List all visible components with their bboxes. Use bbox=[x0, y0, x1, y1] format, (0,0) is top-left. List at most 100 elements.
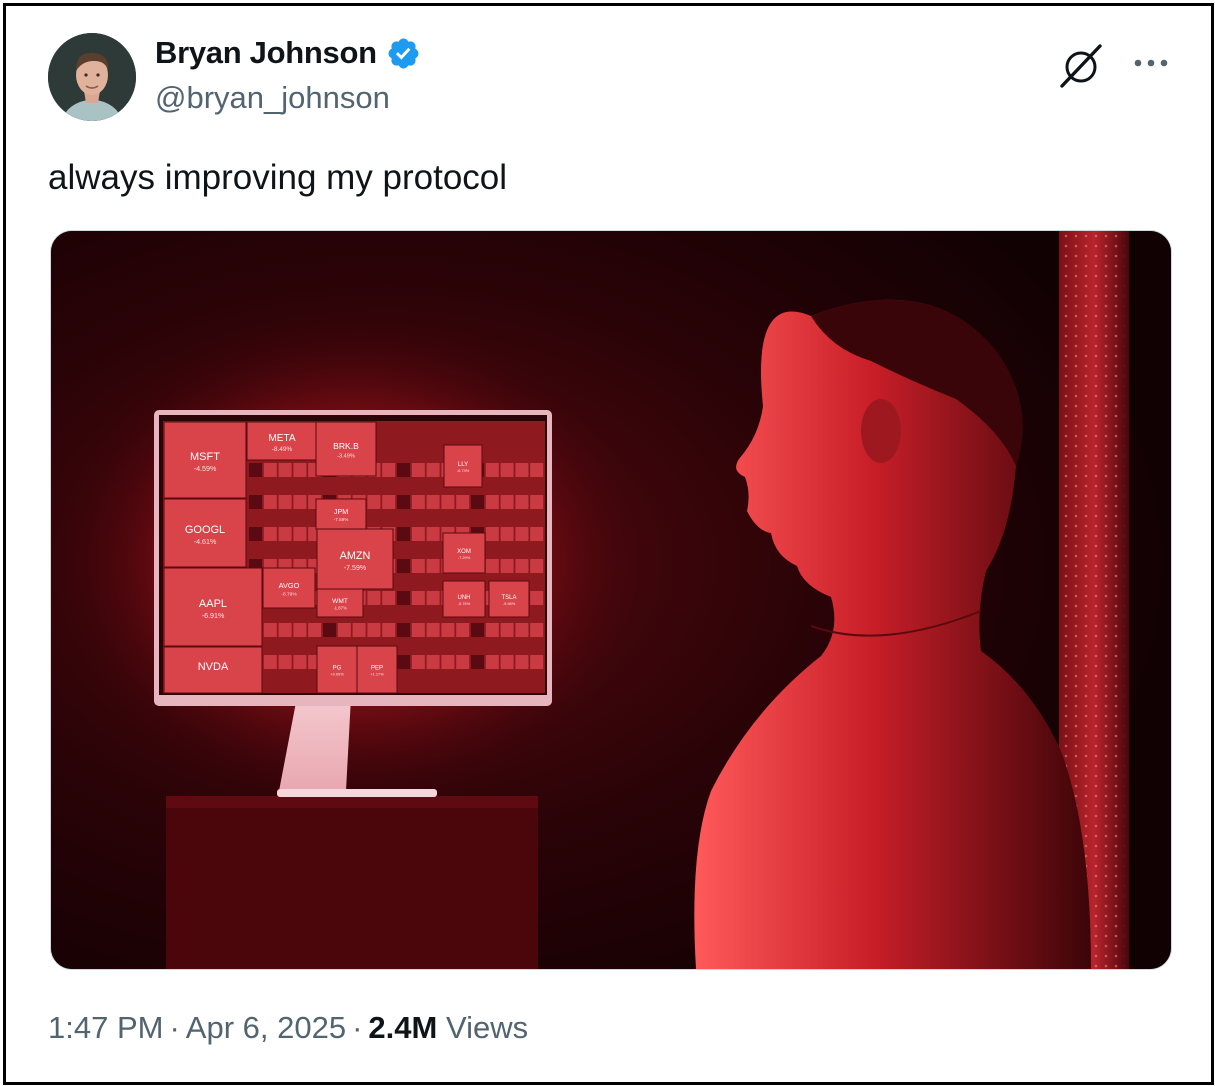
heatmap-cell bbox=[456, 495, 470, 509]
heatmap-change: +0.09% bbox=[330, 672, 344, 677]
heatmap-cell bbox=[471, 623, 484, 637]
heatmap-cell bbox=[530, 495, 544, 509]
views-label[interactable]: Views bbox=[446, 1010, 528, 1045]
heatmap-cell bbox=[485, 623, 499, 637]
more-icon bbox=[1134, 59, 1168, 67]
heatmap-cell bbox=[515, 527, 529, 541]
heatmap-cell bbox=[352, 623, 366, 637]
heatmap-ticker: AMZN bbox=[340, 550, 371, 562]
meta-separator: · bbox=[169, 1010, 180, 1045]
heatmap-cell bbox=[485, 655, 499, 669]
grok-button[interactable] bbox=[1056, 40, 1106, 90]
heatmap-change: -3.49% bbox=[337, 454, 355, 460]
heatmap-cell bbox=[515, 623, 529, 637]
heatmap-change: -7.29% bbox=[458, 555, 471, 560]
heatmap-ticker: AAPL bbox=[199, 598, 227, 610]
heatmap-ticker: META bbox=[268, 433, 295, 444]
heatmap-cell bbox=[530, 527, 544, 541]
heatmap-cell bbox=[411, 591, 425, 605]
heatmap-change: -9.98% bbox=[503, 601, 516, 606]
heatmap-cell bbox=[263, 655, 277, 669]
heatmap-cell bbox=[485, 463, 499, 477]
heatmap-cell bbox=[323, 623, 336, 637]
heatmap-change: -6.73% bbox=[457, 468, 470, 473]
heatmap-change: -6.91% bbox=[202, 612, 225, 620]
heatmap-cell bbox=[411, 655, 425, 669]
avatar-photo bbox=[48, 33, 136, 121]
heatmap-cell bbox=[500, 655, 514, 669]
heatmap-change: -4.61% bbox=[194, 538, 217, 546]
heatmap-cell bbox=[411, 527, 425, 541]
heatmap-cell bbox=[515, 559, 529, 573]
photo-scene: MSFT -4.59% GOOGL -4.61% AAPL -6.91% NVDA META -… bbox=[51, 231, 1171, 969]
heatmap-cell bbox=[367, 623, 381, 637]
more-options-button[interactable] bbox=[1128, 44, 1174, 82]
heatmap-cell bbox=[426, 591, 440, 605]
heatmap-cell bbox=[500, 495, 514, 509]
heatmap-cell bbox=[249, 495, 262, 509]
heatmap-cell bbox=[530, 623, 544, 637]
views-count[interactable]: 2.4M bbox=[368, 1010, 437, 1045]
heatmap-cell bbox=[293, 527, 307, 541]
heatmap-cell bbox=[263, 623, 277, 637]
heatmap-ticker: AVGO bbox=[279, 581, 300, 590]
heatmap-cell bbox=[293, 495, 307, 509]
heatmap-cell bbox=[471, 495, 484, 509]
meta-separator-2: · bbox=[352, 1010, 363, 1045]
heatmap-cell bbox=[382, 463, 396, 477]
heatmap-cell bbox=[278, 623, 292, 637]
heatmap-cell bbox=[367, 591, 381, 605]
heatmap-cell bbox=[263, 463, 277, 477]
heatmap-cell bbox=[293, 463, 307, 477]
heatmap-cell bbox=[278, 495, 292, 509]
heatmap-ticker: MSFT bbox=[190, 451, 220, 463]
heatmap-change: -8.49% bbox=[272, 446, 293, 453]
heatmap-cell bbox=[249, 527, 262, 541]
heatmap-cell bbox=[411, 623, 425, 637]
heatmap-cell bbox=[530, 591, 544, 605]
heatmap-cell bbox=[397, 463, 410, 477]
heatmap-cell bbox=[249, 463, 262, 477]
heatmap-change: -8.79% bbox=[281, 591, 297, 597]
author-name-row: Bryan Johnson bbox=[155, 35, 421, 71]
heatmap-cell bbox=[308, 623, 322, 637]
heatmap-cell bbox=[411, 559, 425, 573]
heatmap-change: -4.59% bbox=[194, 465, 217, 473]
heatmap-ticker: BRK.B bbox=[333, 441, 359, 451]
heatmap-ticker: WMT bbox=[332, 598, 348, 605]
author-avatar[interactable] bbox=[48, 33, 136, 121]
heatmap-cell bbox=[426, 495, 440, 509]
heatmap-cell bbox=[485, 495, 499, 509]
post-date[interactable]: Apr 6, 2025 bbox=[186, 1010, 346, 1045]
heatmap-cell bbox=[411, 495, 425, 509]
author-display-name[interactable]: Bryan Johnson bbox=[155, 35, 377, 71]
heatmap-cell bbox=[278, 527, 292, 541]
heatmap-cell bbox=[397, 527, 410, 541]
heatmap-cell bbox=[441, 495, 455, 509]
heatmap-change: +1.17% bbox=[370, 672, 384, 677]
post-text: always improving my protocol bbox=[48, 158, 508, 197]
heatmap-cell bbox=[426, 559, 440, 573]
post-time[interactable]: 1:47 PM bbox=[48, 1010, 163, 1045]
heatmap-cell bbox=[263, 527, 277, 541]
heatmap-cell bbox=[397, 559, 410, 573]
heatmap-cell bbox=[426, 527, 440, 541]
heatmap-change: -7.59% bbox=[334, 517, 349, 522]
post-media-photo[interactable]: MSFT -4.59% GOOGL -4.61% AAPL -6.91% NVDA META -… bbox=[50, 230, 1172, 970]
heatmap-cell bbox=[397, 495, 410, 509]
heatmap-cell bbox=[500, 623, 514, 637]
heatmap-cell bbox=[515, 495, 529, 509]
heatmap-cell bbox=[485, 527, 499, 541]
heatmap-cell bbox=[367, 495, 381, 509]
heatmap-cell bbox=[293, 655, 307, 669]
heatmap-cell bbox=[411, 463, 425, 477]
post-card: Bryan Johnson @bryan_johnson always impr… bbox=[3, 3, 1214, 1085]
heatmap-cell bbox=[382, 591, 396, 605]
heatmap-ticker: NVDA bbox=[198, 661, 229, 673]
author-handle[interactable]: @bryan_johnson bbox=[155, 80, 390, 116]
heatmap-cell bbox=[426, 623, 440, 637]
heatmap-cell bbox=[263, 495, 277, 509]
verified-badge-icon[interactable] bbox=[386, 36, 421, 71]
heatmap-cell bbox=[530, 559, 544, 573]
heatmap-change: -7.59% bbox=[344, 565, 367, 572]
